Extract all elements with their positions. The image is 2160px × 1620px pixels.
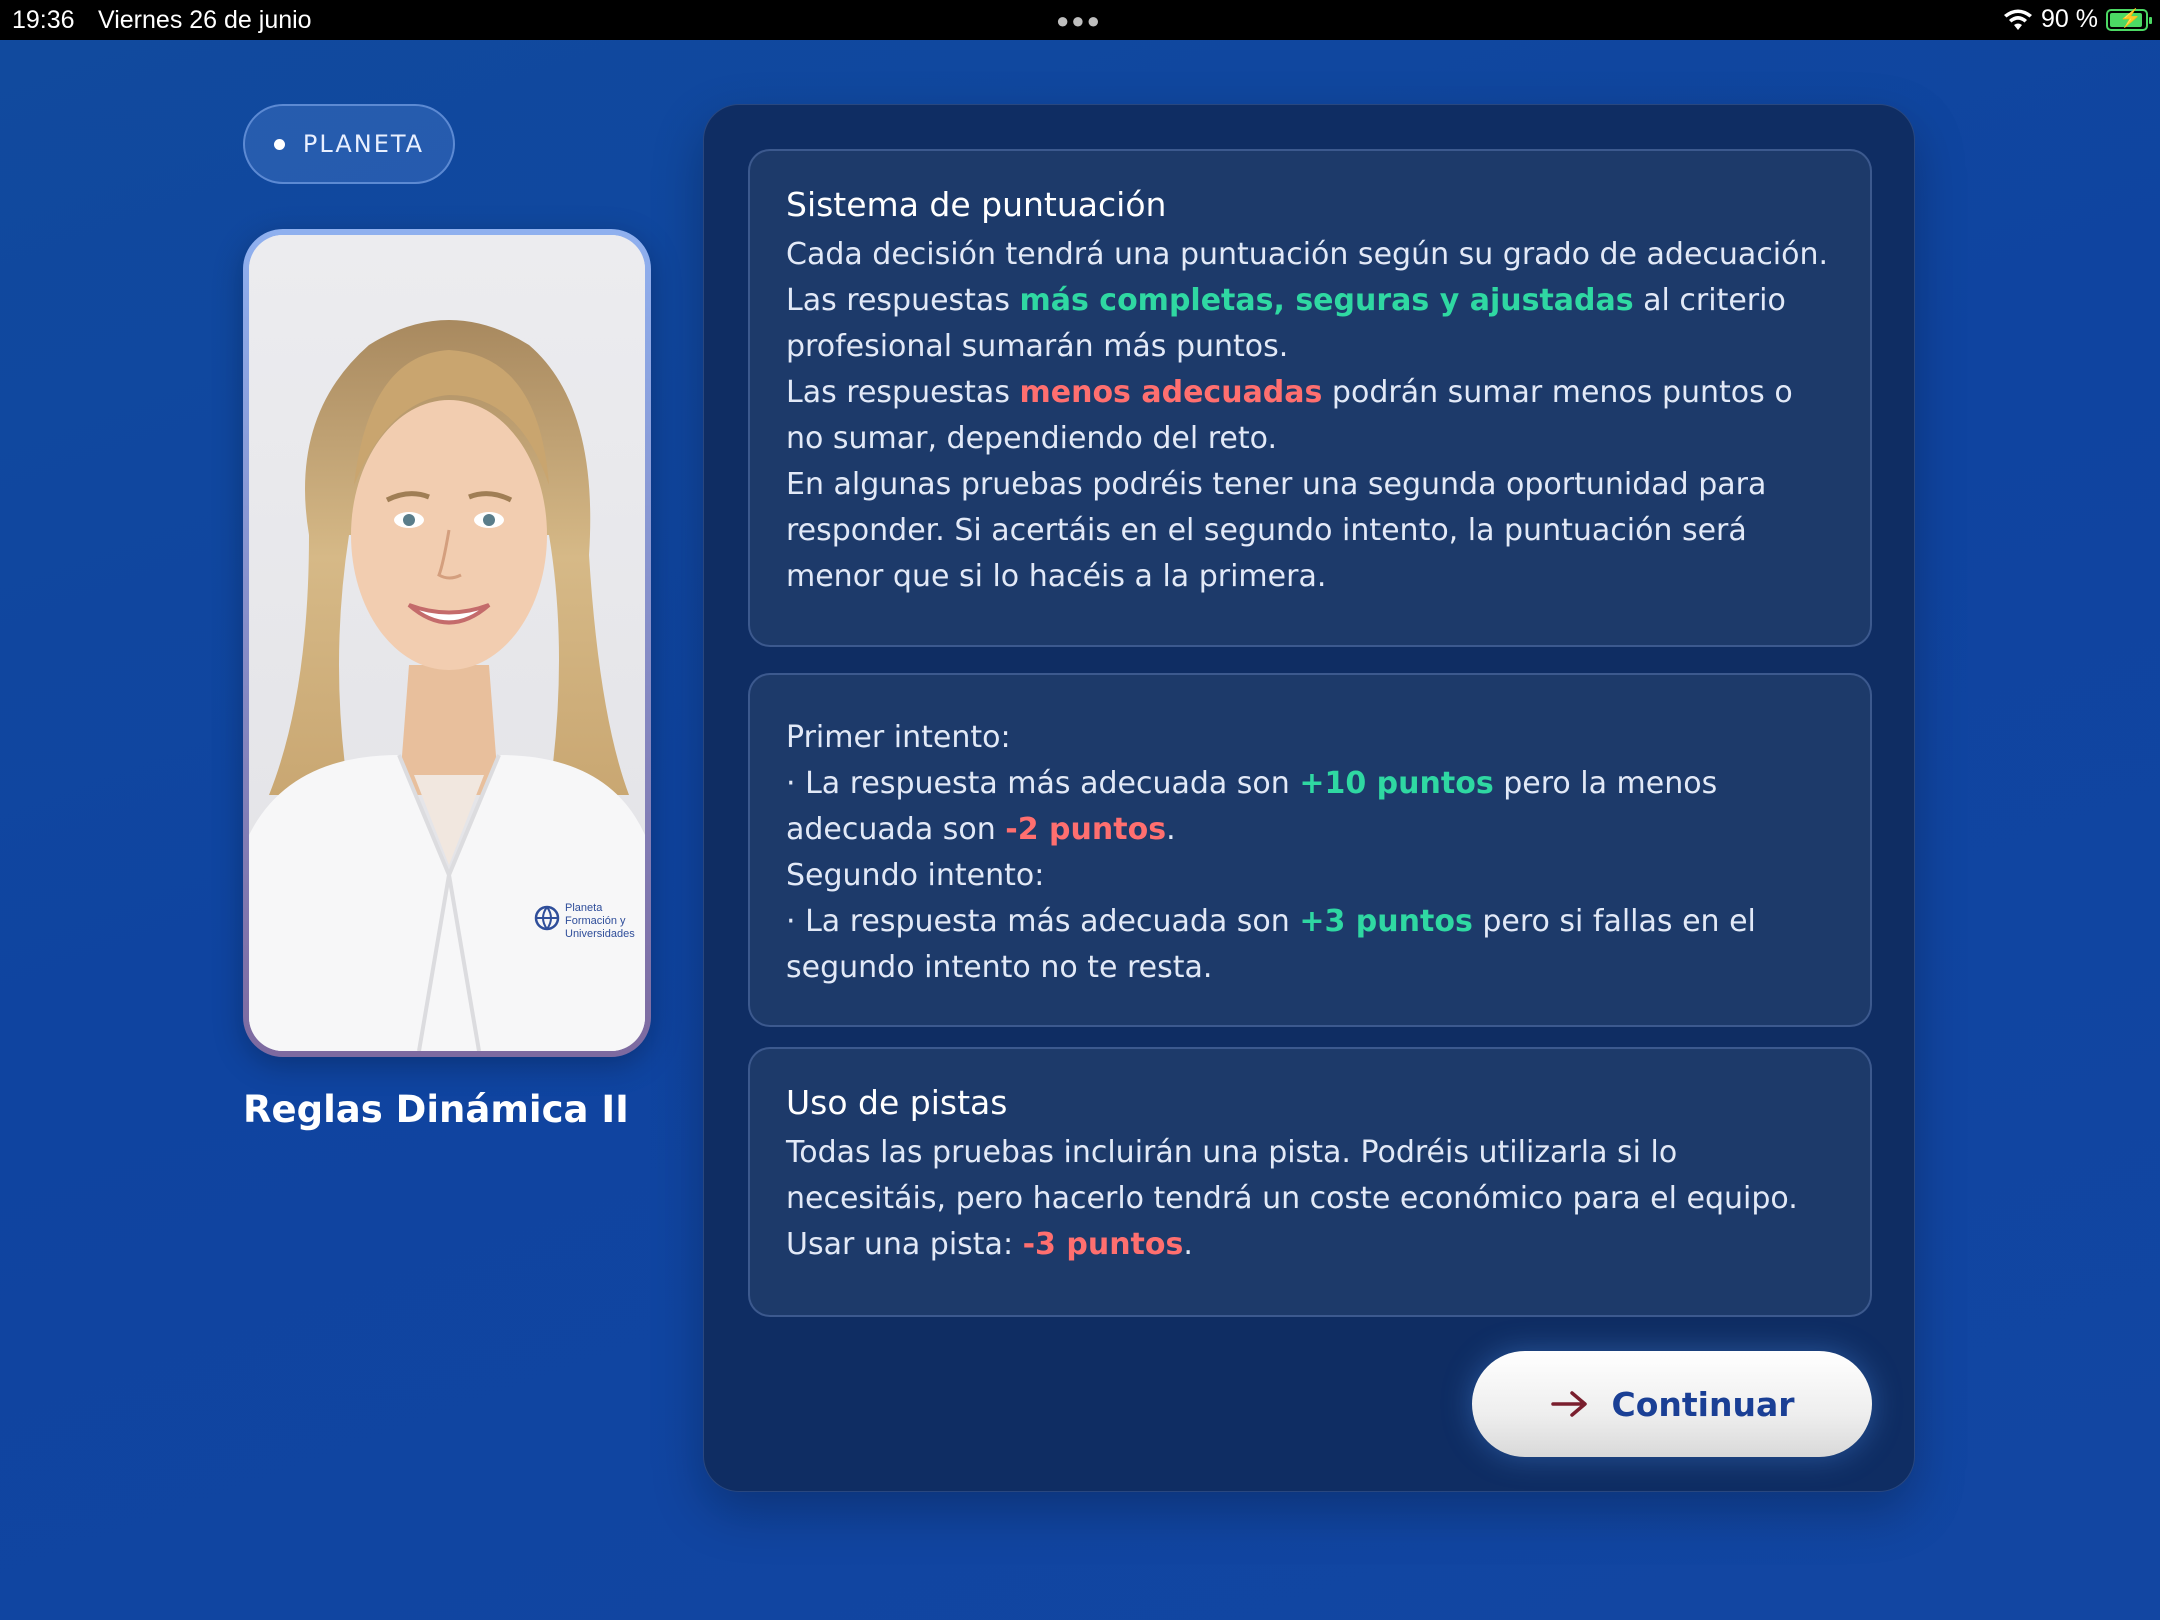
hints-cost: Usar una pista: -3 puntos.: [786, 1227, 1193, 1262]
coat-logo-line-3: Universidades: [565, 928, 635, 940]
page-title: Reglas Dinámica II: [243, 1088, 629, 1131]
first-plus-points: +10 puntos: [1299, 766, 1494, 801]
second-plus-points: +3 puntos: [1299, 904, 1473, 939]
hint-minus-points: -3 puntos: [1022, 1227, 1184, 1262]
status-time: 19:36: [12, 6, 75, 34]
attempts-card: Primer intento: · La respuesta más adecu…: [748, 673, 1872, 1027]
scoring-paragraph-1: Cada decisión tendrá una puntuación segú…: [786, 237, 1829, 364]
rules-panel: Sistema de puntuación Cada decisión tend…: [703, 104, 1915, 1492]
chip-dot-icon: [273, 138, 285, 150]
status-right: 90 % ⚡: [2003, 5, 2152, 34]
profile-photo: Planeta Formación y Universidades: [249, 235, 645, 1051]
planeta-chip: PLANETA: [243, 104, 455, 184]
hints-card: Uso de pistas Todas las pruebas incluirá…: [748, 1047, 1872, 1317]
first-attempt-text: · La respuesta más adecuada son +10 punt…: [786, 766, 1718, 847]
battery-icon: ⚡: [2106, 8, 2152, 31]
coat-logo-line-1: Planeta: [565, 902, 603, 914]
doctor-portrait-image: Planeta Formación y Universidades: [249, 235, 645, 1051]
second-attempt-text: · La respuesta más adecuada son +3 punto…: [786, 904, 1756, 985]
coat-logo-line-2: Formación y: [565, 915, 626, 927]
arrow-right-icon: [1550, 1391, 1587, 1417]
status-date: Viernes 26 de junio: [98, 6, 312, 34]
continue-label: Continuar: [1611, 1384, 1795, 1424]
battery-percent: 90 %: [2041, 5, 2098, 33]
continue-button[interactable]: Continuar: [1472, 1351, 1872, 1457]
scoring-card: Sistema de puntuación Cada decisión tend…: [748, 149, 1872, 647]
scoring-paragraph-2: Las respuestas menos adecuadas podrán su…: [786, 375, 1793, 456]
highlight-negative: menos adecuadas: [1019, 375, 1323, 410]
highlight-positive: más completas, seguras y ajustadas: [1019, 283, 1634, 318]
chip-label: PLANETA: [302, 130, 425, 158]
status-bar: 19:36 Viernes 26 de junio ●●● 90 % ⚡: [0, 0, 2160, 40]
first-attempt-label: Primer intento:: [786, 720, 1011, 755]
scoring-title: Sistema de puntuación: [786, 185, 1167, 224]
hints-text: Todas las pruebas incluirán una pista. P…: [786, 1135, 1798, 1216]
scoring-paragraph-3: En algunas pruebas podréis tener una seg…: [786, 467, 1767, 594]
second-attempt-label: Segundo intento:: [786, 858, 1045, 893]
profile-photo-frame: Planeta Formación y Universidades: [243, 229, 651, 1057]
multitasking-dots-icon[interactable]: ●●●: [1056, 8, 1102, 34]
first-minus-points: -2 puntos: [1005, 812, 1167, 847]
wifi-icon: [2004, 9, 2033, 30]
hints-title: Uso de pistas: [786, 1083, 1008, 1122]
